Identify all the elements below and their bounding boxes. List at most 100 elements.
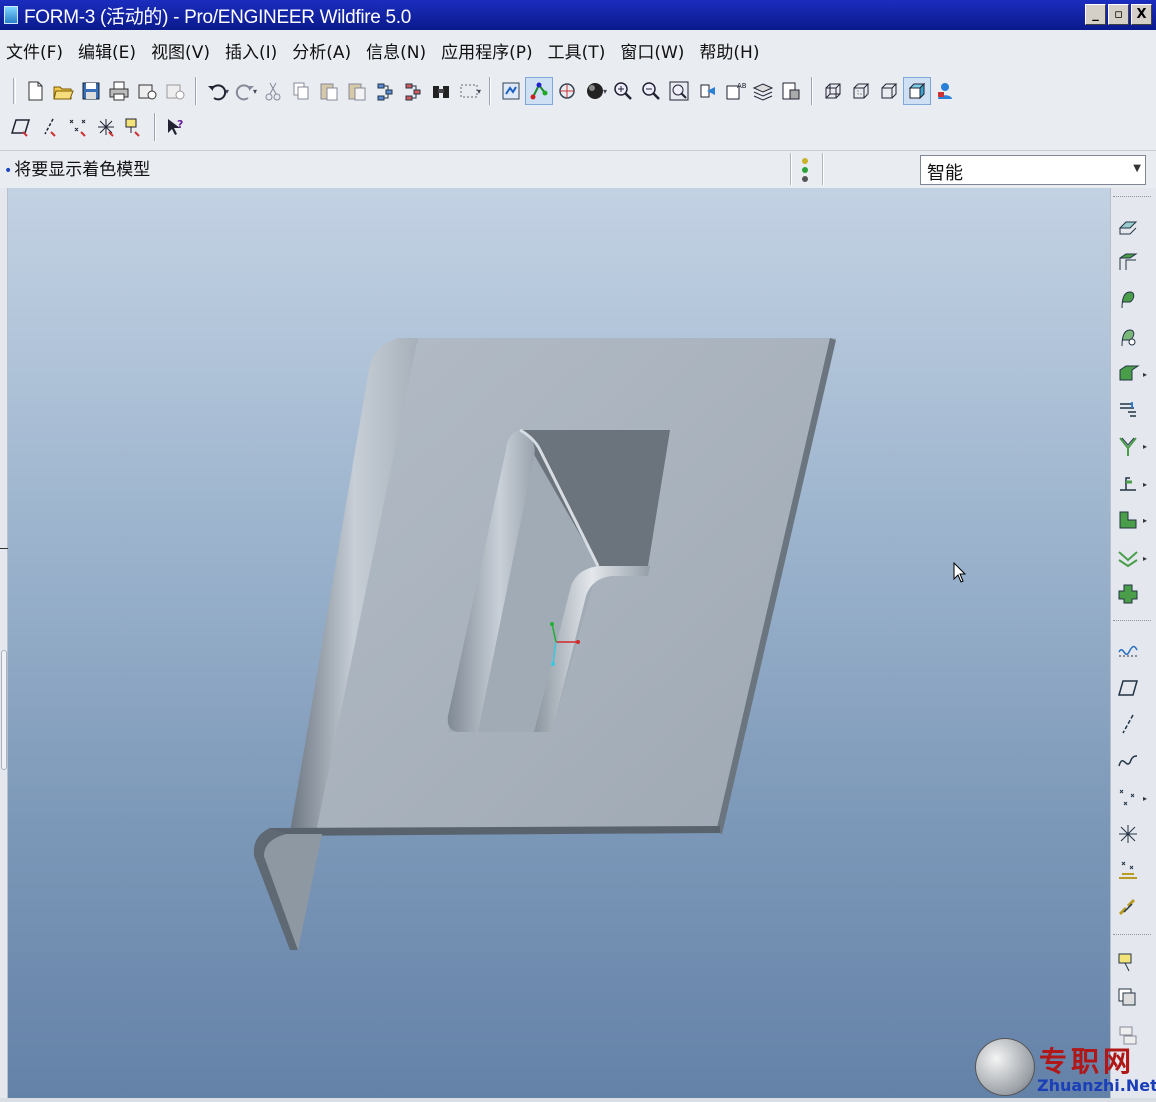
bend-icon[interactable]: [1114, 432, 1142, 460]
copy-icon[interactable]: [287, 77, 315, 105]
svg-text:AB: AB: [737, 82, 746, 90]
view-manager-icon[interactable]: [777, 77, 805, 105]
context-help-icon[interactable]: ?: [162, 113, 190, 141]
wireframe-icon[interactable]: [819, 77, 847, 105]
bend-back-icon[interactable]: [1114, 506, 1142, 534]
datum-plane-icon[interactable]: [1114, 674, 1142, 702]
datum-axis-icon[interactable]: [1114, 710, 1142, 738]
spin-center-icon[interactable]: [525, 77, 554, 105]
open-folder-icon[interactable]: [49, 77, 77, 105]
menu-window[interactable]: 窗口(W): [620, 38, 684, 63]
menu-info[interactable]: 信息(N): [366, 38, 426, 63]
paste-special-icon[interactable]: [343, 77, 371, 105]
redo-dropdown-icon[interactable]: ▾: [253, 87, 257, 96]
csys-display-icon[interactable]: [92, 113, 120, 141]
menu-tools[interactable]: 工具(T): [548, 38, 606, 63]
menu-help[interactable]: 帮助(H): [699, 38, 759, 63]
csys-icon[interactable]: [1114, 820, 1142, 848]
corner-relief-icon[interactable]: [1114, 544, 1142, 572]
regenerate-icon[interactable]: [371, 77, 399, 105]
appearance-dropdown-icon[interactable]: ▾: [603, 87, 607, 96]
selection-filter-value: 智能: [927, 163, 963, 184]
datum-plane-display-icon[interactable]: [8, 113, 36, 141]
minimize-button[interactable]: _: [1085, 4, 1106, 25]
toolbar-separator: [1113, 196, 1151, 198]
zoom-in-icon[interactable]: [609, 77, 637, 105]
flat-pattern-icon[interactable]: [1114, 580, 1142, 608]
toolbar-separator: [1113, 934, 1151, 936]
shading-icon[interactable]: [903, 77, 932, 105]
analysis-feature-icon[interactable]: [1114, 856, 1142, 884]
feature-toolbar: ▸ ▸ ▸ ▸ ▸ ▸: [1110, 188, 1156, 1098]
extend-wall-icon[interactable]: [1114, 324, 1142, 352]
layers-icon[interactable]: [749, 77, 777, 105]
main-toolbar: ▾ ▾ ▾ ▾ AB: [8, 74, 959, 108]
reorient-icon[interactable]: [693, 77, 721, 105]
flange-wall-icon[interactable]: [1114, 248, 1142, 276]
message-text: • 将要显示着色模型: [4, 155, 150, 180]
saved-views-icon[interactable]: AB: [721, 77, 749, 105]
datum-toolbar: ?: [8, 110, 190, 144]
menu-insert[interactable]: 插入(I): [225, 38, 277, 63]
no-hidden-icon[interactable]: [875, 77, 903, 105]
print-icon[interactable]: [105, 77, 133, 105]
bend-dropdown-icon[interactable]: ▸: [1143, 442, 1147, 451]
datum-point-icon[interactable]: [1114, 784, 1142, 812]
merge-wall-icon[interactable]: [1114, 360, 1142, 388]
new-file-icon[interactable]: [21, 77, 49, 105]
unbend-icon[interactable]: [1114, 470, 1142, 498]
select-dropdown-icon[interactable]: ▾: [477, 87, 481, 96]
chevron-down-icon[interactable]: ▼: [1133, 163, 1141, 174]
datum-point-display-icon[interactable]: [64, 113, 92, 141]
datum-point-dropdown-icon[interactable]: ▸: [1143, 794, 1147, 803]
status-divider: [822, 153, 824, 185]
toolbar-grip[interactable]: [13, 78, 16, 104]
menu-file[interactable]: 文件(F): [6, 38, 63, 63]
sash-handle[interactable]: [1, 650, 7, 770]
navigator-collapse-strip[interactable]: [0, 188, 8, 1098]
datum-curve-icon[interactable]: [1114, 746, 1142, 774]
zoom-out-icon[interactable]: [637, 77, 665, 105]
watermark-logo: 专职网 Zhuanzhi.Net: [975, 1036, 1156, 1100]
datum-axis-display-icon[interactable]: [36, 113, 64, 141]
unattached-wall-icon[interactable]: [1114, 286, 1142, 314]
menu-edit[interactable]: 编辑(E): [78, 38, 136, 63]
orient-mode-icon[interactable]: [553, 77, 581, 105]
selection-filter-select[interactable]: 智能 ▼: [920, 155, 1146, 185]
flat-wall-icon[interactable]: [1114, 212, 1142, 240]
annotation-display-icon[interactable]: [120, 113, 148, 141]
wall-dropdown-icon[interactable]: ▸: [1143, 370, 1147, 379]
bendback-dropdown-icon[interactable]: ▸: [1143, 516, 1147, 525]
toolbar-separator: [811, 77, 814, 105]
hidden-line-icon[interactable]: [847, 77, 875, 105]
relief-dropdown-icon[interactable]: ▸: [1143, 554, 1147, 563]
save-icon[interactable]: [77, 77, 105, 105]
maximize-button[interactable]: ▫: [1108, 4, 1129, 25]
send-mail-icon[interactable]: [133, 77, 161, 105]
find-icon[interactable]: [427, 77, 455, 105]
paste-icon[interactable]: [315, 77, 343, 105]
send-link-icon[interactable]: [161, 77, 189, 105]
refit-icon[interactable]: [665, 77, 693, 105]
annotation-icon[interactable]: [1114, 948, 1142, 976]
cut-icon[interactable]: [259, 77, 287, 105]
toolbar-separator: [1113, 620, 1151, 622]
unbend-dropdown-icon[interactable]: ▸: [1143, 480, 1147, 489]
regeneration-manager-icon[interactable]: [399, 77, 427, 105]
menu-applications[interactable]: 应用程序(P): [441, 38, 533, 63]
chain-icon[interactable]: [1114, 894, 1142, 922]
close-button[interactable]: X: [1131, 4, 1152, 25]
sheetmetal-part-model[interactable]: [8, 188, 1110, 1098]
datum-analysis-icon[interactable]: [1114, 636, 1142, 664]
toolbar-area: ▾ ▾ ▾ ▾ AB ?: [0, 70, 1156, 150]
copy-geometry-icon[interactable]: [1114, 984, 1142, 1012]
window-controls: _ ▫ X: [1085, 4, 1152, 25]
convert-icon[interactable]: [1114, 396, 1142, 424]
undo-dropdown-icon[interactable]: ▾: [225, 87, 229, 96]
graphics-viewport[interactable]: [8, 188, 1110, 1098]
menu-analysis[interactable]: 分析(A): [292, 38, 351, 63]
menu-view[interactable]: 视图(V): [151, 38, 210, 63]
model-tree-user-icon[interactable]: [931, 77, 959, 105]
app-icon: [4, 6, 18, 24]
repaint-icon[interactable]: [497, 77, 525, 105]
